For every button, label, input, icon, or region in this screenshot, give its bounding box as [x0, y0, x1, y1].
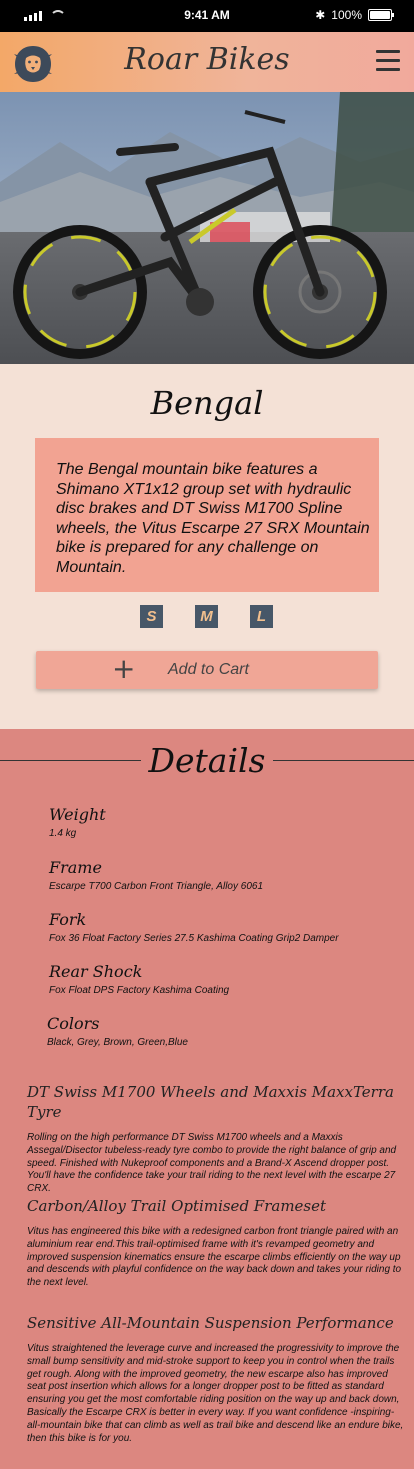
description-box: The Bengal mountain bike features a Shim… — [35, 438, 379, 592]
product-description: The Bengal mountain bike features a Shim… — [56, 461, 370, 576]
feature-text: Vitus has engineered this bike with a re… — [27, 1226, 402, 1289]
status-bar: 9:41 AM ✱ 100% — [0, 0, 414, 32]
spec-value: Fox Float DPS Factory Kashima Coating — [49, 985, 230, 996]
feature-frameset: Carbon/Alloy Trail Optimised Frameset Vi… — [27, 1196, 405, 1290]
bike-photo — [0, 92, 414, 364]
brand-title: Roar Bikes — [124, 42, 290, 77]
spec-label: Weight — [49, 805, 106, 824]
size-button-m[interactable]: M — [195, 605, 218, 628]
app-header: Roar Bikes — [0, 32, 414, 92]
plus-icon: + — [112, 652, 136, 685]
feature-text: Vitus straightened the leverage curve an… — [27, 1343, 404, 1444]
spec-weight: Weight 1.4 kg — [49, 805, 106, 839]
spec-label: Frame — [49, 858, 102, 877]
spec-label: Rear Shock — [49, 962, 143, 981]
product-name: Bengal — [150, 384, 264, 422]
add-to-cart-button[interactable]: + Add to Cart — [36, 651, 378, 689]
product-hero-image — [0, 92, 414, 364]
add-to-cart-label: Add to Cart — [168, 661, 249, 678]
size-button-l[interactable]: L — [250, 605, 273, 628]
spec-value: Escarpe T700 Carbon Front Triangle, Allo… — [49, 881, 263, 892]
size-selector: S M L — [0, 605, 414, 629]
battery-icon — [368, 9, 394, 21]
spec-value: Black, Grey, Brown, Green,Blue — [47, 1037, 188, 1048]
size-button-s[interactable]: S — [140, 605, 163, 628]
feature-heading: Sensitive All-Mountain Suspension Perfor… — [27, 1314, 394, 1332]
spec-value: Fox 36 Float Factory Series 27.5 Kashima… — [49, 933, 339, 944]
spec-fork: Fork Fox 36 Float Factory Series 27.5 Ka… — [49, 910, 339, 944]
feature-heading: DT Swiss M1700 Wheels and Maxxis MaxxTer… — [27, 1083, 394, 1121]
spec-label: Colors — [47, 1014, 100, 1033]
details-section: Details Weight 1.4 kg Frame Escarpe T700… — [0, 729, 414, 1469]
bluetooth-icon: ✱ — [315, 8, 326, 22]
spec-frame: Frame Escarpe T700 Carbon Front Triangle… — [49, 858, 263, 892]
details-title: Details — [140, 741, 274, 780]
feature-wheels: DT Swiss M1700 Wheels and Maxxis MaxxTer… — [27, 1082, 405, 1196]
product-section: Bengal The Bengal mountain bike features… — [0, 364, 414, 729]
feature-text: Rolling on the high performance DT Swiss… — [27, 1132, 397, 1195]
hamburger-menu-icon[interactable] — [376, 50, 400, 72]
feature-suspension: Sensitive All-Mountain Suspension Perfor… — [27, 1313, 405, 1445]
spec-rear-shock: Rear Shock Fox Float DPS Factory Kashima… — [49, 962, 229, 996]
spec-colors: Colors Black, Grey, Brown, Green,Blue — [47, 1014, 188, 1048]
battery-percent: 100% — [331, 8, 362, 22]
spec-value: 1.4 kg — [49, 828, 77, 839]
spec-label: Fork — [49, 910, 87, 929]
feature-heading: Carbon/Alloy Trail Optimised Frameset — [27, 1197, 327, 1215]
